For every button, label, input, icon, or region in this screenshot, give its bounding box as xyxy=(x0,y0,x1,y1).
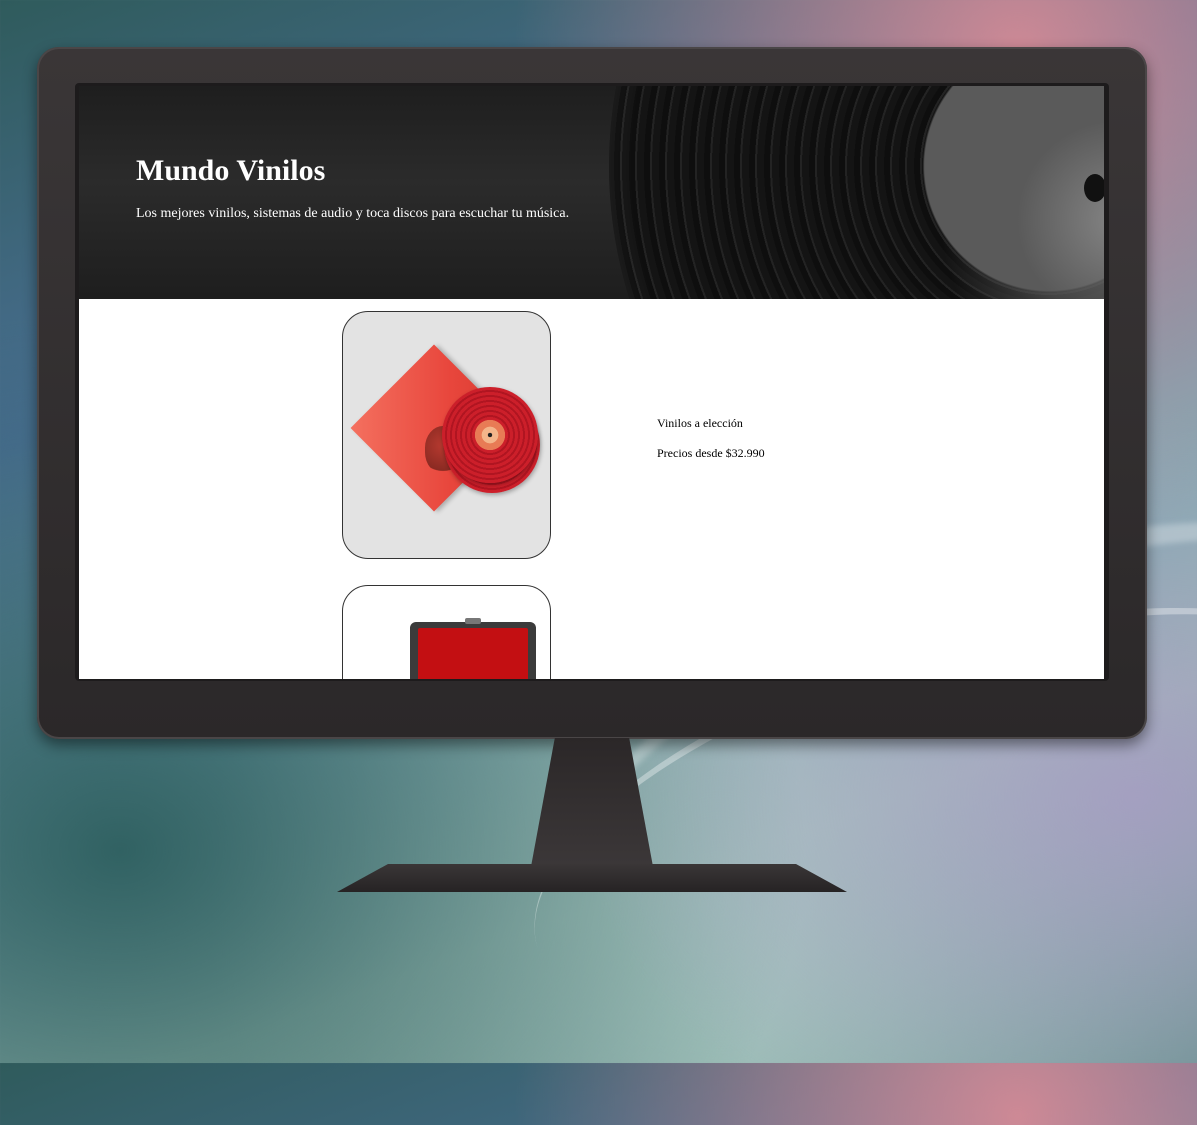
product-name: Vinilos a elección xyxy=(657,416,743,430)
record-spindle-hole xyxy=(1084,174,1104,202)
product-info-vinyl: Vinilos a elección Precios desde $32.990 xyxy=(657,416,765,461)
product-card-vinyl[interactable] xyxy=(342,311,551,559)
product-price: Precios desde $32.990 xyxy=(657,446,765,460)
turntable-handle xyxy=(465,618,481,624)
product-card-turntable[interactable] xyxy=(342,585,551,679)
monitor-frame: Mundo Vinilos Los mejores vinilos, siste… xyxy=(37,47,1147,739)
vinyl-disc-front xyxy=(442,387,538,483)
turntable-product-image xyxy=(410,618,536,679)
screen: Mundo Vinilos Los mejores vinilos, siste… xyxy=(79,86,1104,679)
turntable-case-interior xyxy=(418,628,528,679)
site-title: Mundo Vinilos xyxy=(136,154,326,187)
monitor-stand-base xyxy=(337,864,847,892)
hero-banner: Mundo Vinilos Los mejores vinilos, siste… xyxy=(79,86,1104,299)
site-subtitle: Los mejores vinilos, sistemas de audio y… xyxy=(136,206,570,221)
monitor-bezel: Mundo Vinilos Los mejores vinilos, siste… xyxy=(75,83,1109,681)
